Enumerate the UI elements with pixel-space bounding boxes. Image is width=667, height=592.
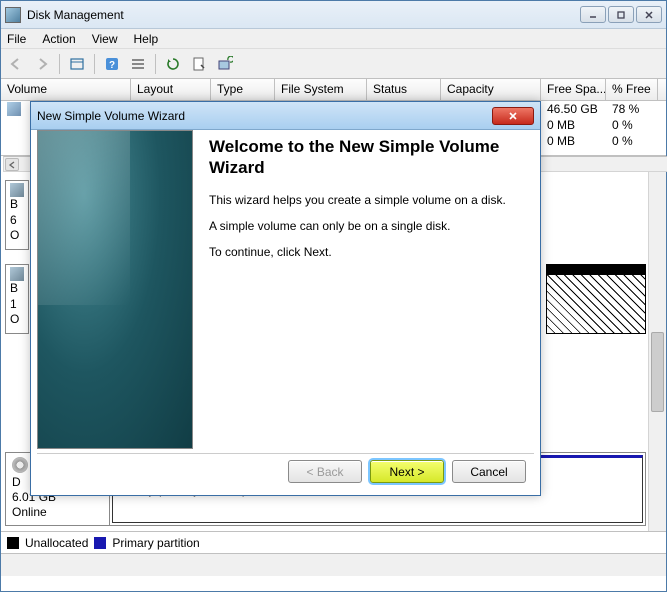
titlebar: Disk Management — [1, 1, 666, 29]
legend-unallocated-label: Unallocated — [25, 536, 88, 550]
volume-icon — [7, 102, 21, 116]
disk-icon — [10, 183, 24, 197]
disk-label-fragment: 1 — [10, 297, 24, 313]
menubar: File Action View Help — [1, 29, 666, 49]
cancel-button[interactable]: Cancel — [452, 460, 526, 483]
wizard-content: Welcome to the New Simple Volume Wizard … — [193, 130, 534, 449]
window-controls — [580, 6, 662, 23]
forward-button[interactable] — [31, 53, 53, 75]
window-title: Disk Management — [27, 8, 580, 22]
disk-label-fragment: O — [10, 228, 24, 244]
disk-label-fragment: B — [10, 281, 24, 297]
new-simple-volume-wizard-dialog: New Simple Volume Wizard Welcome to the … — [30, 101, 541, 496]
arrow-right-icon — [34, 56, 50, 72]
disk-panel-fragment[interactable]: B 6 O — [5, 180, 29, 250]
arrow-left-icon — [8, 56, 24, 72]
wizard-paragraph: To continue, click Next. — [209, 245, 522, 259]
col-volume[interactable]: Volume — [1, 79, 131, 100]
cell-pct-free: 0 % — [606, 118, 658, 132]
back-button: < Back — [288, 460, 362, 483]
dialog-titlebar[interactable]: New Simple Volume Wizard — [31, 102, 540, 130]
dialog-body: Welcome to the New Simple Volume Wizard … — [37, 130, 534, 449]
close-icon — [508, 111, 518, 121]
legend-swatch-primary — [94, 537, 106, 549]
menu-file[interactable]: File — [7, 32, 26, 46]
menu-action[interactable]: Action — [42, 32, 75, 46]
cell-pct-free: 78 % — [606, 102, 658, 116]
wizard-paragraph: A simple volume can only be on a single … — [209, 219, 522, 233]
cell-pct-free: 0 % — [606, 134, 658, 148]
col-file-system[interactable]: File System — [275, 79, 367, 100]
back-button[interactable] — [5, 53, 27, 75]
disk-panel-fragment[interactable]: B 1 O — [5, 264, 29, 334]
dialog-button-row: < Back Next > Cancel — [37, 453, 534, 489]
col-capacity[interactable]: Capacity — [441, 79, 541, 100]
menu-help[interactable]: Help — [134, 32, 159, 46]
toolbar-separator — [155, 54, 156, 74]
toolbar-separator — [59, 54, 60, 74]
col-pct-free[interactable]: % Free — [606, 79, 658, 100]
help-button[interactable]: ? — [101, 53, 123, 75]
cell-free-space: 0 MB — [541, 134, 606, 148]
refresh-icon — [165, 56, 181, 72]
maximize-button[interactable] — [608, 6, 634, 23]
dialog-close-button[interactable] — [492, 107, 534, 125]
partition-box[interactable] — [546, 264, 646, 334]
wizard-banner-image — [37, 130, 193, 449]
list-icon — [130, 56, 146, 72]
cell-free-space: 0 MB — [541, 118, 606, 132]
disk-icon — [10, 267, 24, 281]
view-settings-button[interactable] — [66, 53, 88, 75]
disk-label-fragment: O — [10, 312, 24, 328]
rescan-icon — [217, 56, 233, 72]
toolbar-separator — [94, 54, 95, 74]
col-status[interactable]: Status — [367, 79, 441, 100]
close-icon — [644, 10, 654, 20]
disk-management-window: Disk Management File Action View Help — [0, 0, 667, 592]
maximize-icon — [616, 10, 626, 20]
partition-header-bar — [547, 265, 645, 275]
disk-label-fragment: 6 — [10, 213, 24, 229]
col-type[interactable]: Type — [211, 79, 275, 100]
menu-view[interactable]: View — [92, 32, 118, 46]
col-free-space[interactable]: Free Spa... — [541, 79, 606, 100]
toolbar: ? — [1, 49, 666, 79]
legend: Unallocated Primary partition — [1, 532, 666, 554]
app-icon — [5, 7, 21, 23]
view-settings-icon — [69, 56, 85, 72]
legend-swatch-unallocated — [7, 537, 19, 549]
properties-icon — [191, 56, 207, 72]
refresh-button[interactable] — [162, 53, 184, 75]
cdrom-icon — [12, 457, 28, 473]
partition-unallocated-area — [547, 275, 645, 333]
disk-label-fragment: B — [10, 197, 24, 213]
disk-status: Online — [12, 505, 103, 520]
chevron-left-icon — [8, 161, 16, 169]
help-icon: ? — [104, 56, 120, 72]
svg-text:?: ? — [109, 60, 115, 71]
wizard-paragraph: This wizard helps you create a simple vo… — [209, 193, 522, 207]
graphical-scrollbar-vertical[interactable] — [648, 172, 666, 531]
dialog-title: New Simple Volume Wizard — [37, 109, 492, 123]
minimize-icon — [588, 10, 598, 20]
legend-primary-label: Primary partition — [112, 536, 199, 550]
next-button[interactable]: Next > — [370, 460, 444, 483]
list-view-button[interactable] — [127, 53, 149, 75]
scroll-left-button[interactable] — [5, 158, 19, 171]
scrollbar-thumb[interactable] — [651, 332, 664, 412]
status-bar — [1, 554, 666, 576]
cell-free-space: 46.50 GB — [541, 102, 606, 116]
column-headers: Volume Layout Type File System Status Ca… — [1, 79, 666, 101]
properties-button[interactable] — [188, 53, 210, 75]
minimize-button[interactable] — [580, 6, 606, 23]
col-layout[interactable]: Layout — [131, 79, 211, 100]
close-button[interactable] — [636, 6, 662, 23]
wizard-heading: Welcome to the New Simple Volume Wizard — [209, 136, 522, 179]
rescan-button[interactable] — [214, 53, 236, 75]
